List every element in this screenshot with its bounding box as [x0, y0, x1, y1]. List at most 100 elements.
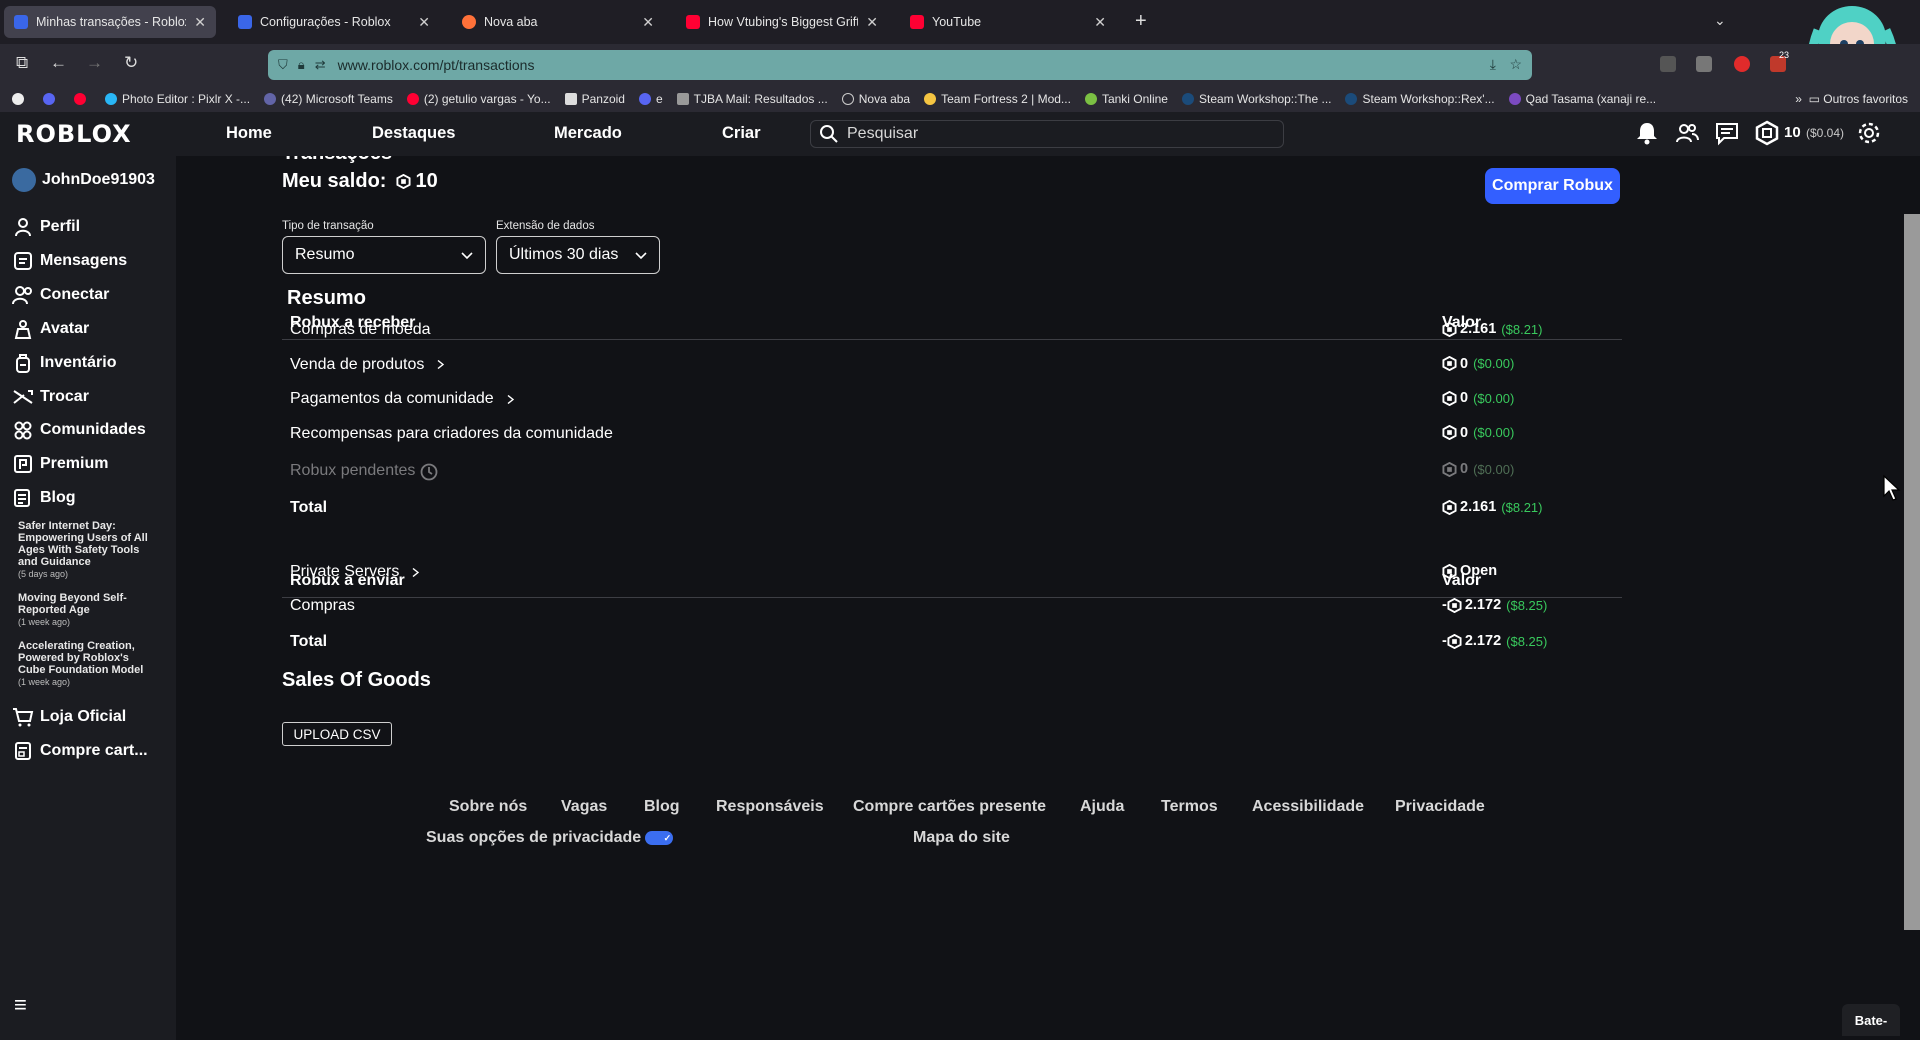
date-range-select[interactable]: Últimos 30 dias [496, 236, 660, 274]
bookmark-item[interactable]: Steam Workshop::The ... [1181, 92, 1331, 106]
discord-icon[interactable] [43, 93, 55, 105]
bookmark-item[interactable]: TJBA Mail: Resultados ... [676, 92, 828, 106]
sidebar-item-label: Premium [40, 455, 109, 472]
bookmark-item[interactable]: (2) getulio vargas - Yo... [406, 92, 551, 106]
bookmark-item[interactable]: (42) Microsoft Teams [264, 92, 393, 106]
row-value: Open [1442, 563, 1497, 579]
footer-link-accessibility[interactable]: Acessibilidade [1252, 798, 1364, 816]
bookmark-item[interactable]: Photo Editor : Pixlr X -... [105, 92, 250, 106]
transaction-type-select[interactable]: Resumo [282, 236, 486, 274]
transaction-row[interactable]: Pagamentos da comunidade 0 ($0.00) [282, 383, 1622, 415]
forward-arrow-icon[interactable]: → [86, 53, 103, 73]
transaction-row: Recompensas para criadores da comunidade… [282, 418, 1622, 450]
footer-link-about[interactable]: Sobre nós [449, 798, 527, 816]
row-usd: ($0.00) [1473, 425, 1515, 440]
row-label-text: Recompensas para criadores da comunidade [290, 424, 613, 442]
robux-balance-usd: ($0.04) [1806, 126, 1845, 140]
chat-icon[interactable] [1714, 120, 1740, 146]
transaction-row[interactable]: Private Servers Open [282, 556, 1622, 588]
sidebar-item-connect[interactable]: Conectar [12, 284, 109, 306]
browser-tab-video[interactable]: How Vtubing's Biggest Grifter g ✕ [676, 6, 888, 38]
footer-link-sitemap[interactable]: Mapa do site [913, 829, 1010, 847]
youtube-extension-icon[interactable] [1734, 56, 1750, 72]
footer-link-parents[interactable]: Responsáveis [716, 798, 824, 816]
nav-link-create[interactable]: Criar [722, 124, 761, 143]
google-icon[interactable] [12, 93, 24, 105]
sidebar-item-avatar[interactable]: Avatar [12, 318, 89, 340]
sidebar-item-inventory[interactable]: Inventário [12, 352, 116, 374]
bookmark-item[interactable]: Team Fortress 2 | Mod... [924, 92, 1071, 106]
sidebar-item-premium[interactable]: Premium [12, 453, 108, 475]
friends-icon[interactable] [1674, 120, 1700, 146]
blog-news-item[interactable]: Moving Beyond Self-Reported Age (1 week … [18, 592, 158, 628]
robux-icon [1442, 321, 1457, 337]
url-text: www.roblox.com/pt/transactions [337, 57, 535, 73]
roblox-logo[interactable]: ROBLOX [16, 120, 132, 148]
sidebar-item-trade[interactable]: Trocar [12, 386, 89, 408]
hamburger-menu-icon[interactable]: ≡ [14, 992, 27, 1018]
close-tab-icon[interactable]: ✕ [1094, 14, 1106, 31]
address-bar[interactable]: ⛉ 🔒︎ ⇄ www.roblox.com/pt/transactions ⤓ … [268, 50, 1532, 80]
footer-link-blog[interactable]: Blog [644, 798, 680, 816]
browser-tab-settings[interactable]: Configurações - Roblox ✕ [228, 6, 440, 38]
browser-tab-youtube[interactable]: YouTube ✕ [900, 6, 1116, 38]
new-tab-icon[interactable]: + [1135, 10, 1147, 33]
sidebar-toggle-icon[interactable]: ⧉ [16, 53, 28, 73]
robux-icon[interactable] [1754, 120, 1780, 146]
sidebar-item-gift-cards[interactable]: Compre cart... [12, 740, 148, 762]
row-amount: 2.172 [1464, 597, 1502, 613]
close-tab-icon[interactable]: ✕ [866, 14, 878, 31]
blog-news-item[interactable]: Accelerating Creation, Powered by Roblox… [18, 640, 158, 688]
back-arrow-icon[interactable]: ← [50, 53, 67, 73]
reload-icon[interactable]: ↻ [124, 53, 138, 73]
close-tab-icon[interactable]: ✕ [194, 14, 206, 31]
browser-tab-new[interactable]: Nova aba ✕ [452, 6, 664, 38]
settings-gear-icon[interactable] [1856, 120, 1882, 146]
youtube-icon[interactable] [74, 93, 86, 105]
extension-puzzle-icon[interactable] [1696, 56, 1712, 72]
chat-button[interactable]: Bate- [1842, 1004, 1900, 1036]
sidebar-item-blog[interactable]: Blog [12, 487, 76, 509]
upload-csv-button[interactable]: UPLOAD CSV [282, 722, 392, 746]
sidebar-item-label: Perfil [40, 218, 81, 235]
transaction-row[interactable]: Venda de produtos 0 ($0.00) [282, 349, 1622, 381]
bookmark-item[interactable]: Nova aba [841, 92, 910, 106]
nav-link-charts[interactable]: Destaques [372, 124, 455, 143]
bookmark-star-icon[interactable]: ☆ [1509, 56, 1522, 73]
sidebar-item-messages[interactable]: Mensagens [12, 250, 127, 272]
buy-robux-button[interactable]: Comprar Robux [1485, 168, 1620, 204]
news-age: (5 days ago) [18, 569, 69, 579]
bookmark-item[interactable]: Steam Workshop::Rex'... [1345, 92, 1495, 106]
sidebar-item-official-store[interactable]: Loja Oficial [12, 706, 126, 728]
blog-news-item[interactable]: Safer Internet Day: Empowering Users of … [18, 520, 158, 580]
extension-icon[interactable] [1660, 56, 1676, 72]
sidebar-user[interactable]: JohnDoe91903 [12, 168, 155, 192]
other-bookmarks[interactable]: » ▭ Outros favoritos [1795, 92, 1908, 106]
footer-link-privacy[interactable]: Privacidade [1395, 798, 1485, 816]
footer-link-gift-cards[interactable]: Compre cartões presente [853, 798, 1046, 816]
sidebar-item-communities[interactable]: Comunidades [12, 419, 146, 441]
discord-icon [638, 93, 651, 105]
privacy-choices-link[interactable]: Suas opções de privacidade ✓ [426, 829, 674, 847]
bookmark-item[interactable]: Qad Tasama (xanaji re... [1508, 92, 1656, 106]
browser-tab-transactions[interactable]: Minhas transações - Roblox ✕ [4, 6, 216, 38]
robux-icon [1447, 597, 1462, 613]
download-page-icon[interactable]: ⤓ [1490, 56, 1496, 73]
search-input[interactable]: Pesquisar [810, 120, 1284, 148]
row-label: Robux pendentes [290, 461, 439, 481]
bookmark-item[interactable]: e [638, 92, 663, 106]
close-tab-icon[interactable]: ✕ [642, 14, 654, 31]
close-tab-icon[interactable]: ✕ [418, 14, 430, 31]
tab-list-chevron-icon[interactable]: ⌄ [1714, 12, 1726, 29]
nav-link-home[interactable]: Home [226, 124, 272, 143]
notification-bell-icon[interactable] [1634, 120, 1660, 146]
bookmark-item[interactable]: Tanki Online [1084, 92, 1168, 106]
sidebar-item-profile[interactable]: Perfil [12, 216, 80, 238]
nav-link-marketplace[interactable]: Mercado [554, 124, 622, 143]
row-value: 0 ($0.00) [1442, 356, 1514, 372]
footer-link-help[interactable]: Ajuda [1080, 798, 1124, 816]
bookmark-item[interactable]: Panzoid [564, 92, 625, 106]
page-scrollbar-thumb[interactable] [1904, 214, 1920, 930]
footer-link-terms[interactable]: Termos [1161, 798, 1218, 816]
footer-link-jobs[interactable]: Vagas [561, 798, 607, 816]
